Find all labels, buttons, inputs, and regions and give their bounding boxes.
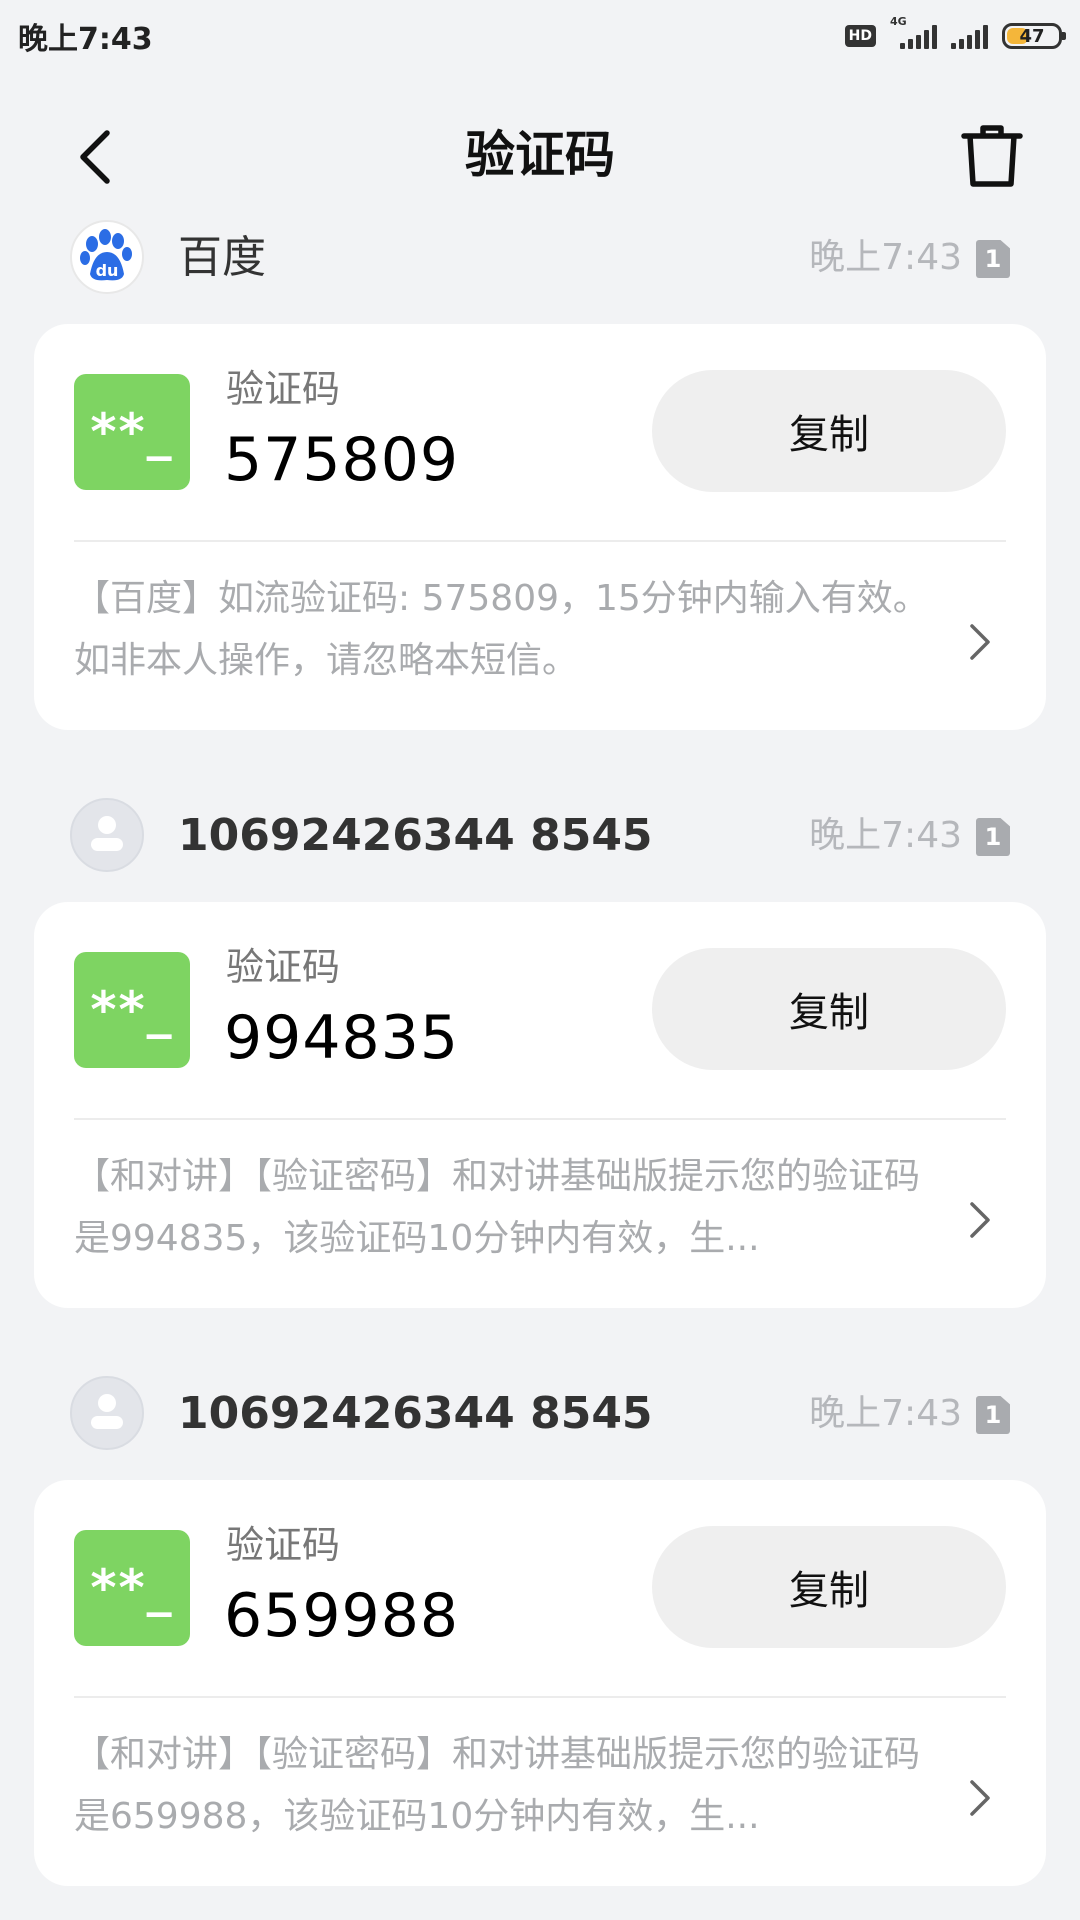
message-card: **_ 验证码 575809 复制 【百度】如流验证码: 575809，15分钟… (34, 324, 1046, 730)
sender-name: 百度 (178, 232, 266, 283)
trash-icon (961, 125, 1023, 187)
person-icon (91, 1394, 123, 1429)
message-time: 晚上7:43 (809, 815, 962, 856)
open-message-button[interactable] (960, 1192, 1000, 1248)
open-message-button[interactable] (960, 614, 1000, 670)
sim-card-icon: 1 (976, 1396, 1010, 1434)
message-card: **_ 验证码 659988 复制 【和对讲】【验证密码】和对讲基础版提示您的验… (34, 1480, 1046, 1886)
sim-card-icon: 1 (976, 240, 1010, 278)
divider (74, 1118, 1006, 1120)
code-icon: **_ (74, 1530, 190, 1646)
message-group: du 百度 晚上7:43 1 **_ 验证码 575809 复制 【百度】如流验… (0, 210, 1080, 730)
avatar (70, 1376, 144, 1450)
baidu-logo-icon: du (80, 229, 132, 281)
signal-4g-icon: 4G (890, 15, 937, 49)
message-group: 10692426344 8545 晚上7:43 1 **_ 验证码 994835… (0, 788, 1080, 1308)
copy-button[interactable]: 复制 (652, 1526, 1006, 1648)
message-group: 10692426344 8545 晚上7:43 1 **_ 验证码 659988… (0, 1366, 1080, 1886)
message-time: 晚上7:43 (809, 1393, 962, 1434)
svg-text:du: du (96, 261, 119, 280)
open-message-button[interactable] (960, 1770, 1000, 1826)
battery-icon: 47 (1002, 23, 1066, 49)
message-body[interactable]: 【和对讲】【验证密码】和对讲基础版提示您的验证码是994835，该验证码10分钟… (74, 1146, 934, 1270)
network-type-label: 4G (890, 15, 907, 28)
message-card: **_ 验证码 994835 复制 【和对讲】【验证密码】和对讲基础版提示您的验… (34, 902, 1046, 1308)
chevron-right-icon (970, 1780, 990, 1816)
chevron-right-icon (970, 1202, 990, 1238)
message-time: 晚上7:43 (809, 237, 962, 278)
copy-button[interactable]: 复制 (652, 370, 1006, 492)
code-label: 验证码 (226, 945, 341, 989)
divider (74, 1696, 1006, 1698)
sender-row: 10692426344 8545 晚上7:43 1 (0, 1366, 1080, 1462)
sim-card-icon: 1 (976, 818, 1010, 856)
code-label: 验证码 (226, 1523, 341, 1567)
sender-name: 10692426344 8545 (178, 810, 653, 861)
message-body[interactable]: 【和对讲】【验证密码】和对讲基础版提示您的验证码是659988，该验证码10分钟… (74, 1724, 934, 1848)
battery-level: 47 (1019, 25, 1045, 47)
page-title: 验证码 (465, 126, 615, 184)
code-icon: **_ (74, 952, 190, 1068)
sender-row: 10692426344 8545 晚上7:43 1 (0, 788, 1080, 884)
sender-name: 10692426344 8545 (178, 1388, 653, 1439)
person-icon (91, 816, 123, 851)
status-time: 晚上7:43 (18, 22, 153, 57)
status-bar: 晚上7:43 HD 4G 47 (0, 0, 1080, 72)
code-label: 验证码 (226, 367, 341, 411)
chevron-right-icon (970, 624, 990, 660)
sender-row: du 百度 晚上7:43 1 (0, 210, 1080, 306)
code-value: 994835 (224, 1003, 460, 1073)
code-value: 659988 (224, 1581, 460, 1651)
divider (74, 540, 1006, 542)
avatar (70, 798, 144, 872)
code-icon: **_ (74, 374, 190, 490)
status-icons: HD 4G 47 (844, 15, 1066, 49)
signal-icon (951, 23, 988, 49)
copy-button[interactable]: 复制 (652, 948, 1006, 1070)
header: 验证码 (0, 100, 1080, 210)
code-value: 575809 (224, 425, 460, 495)
delete-button[interactable] (954, 118, 1030, 194)
avatar: du (70, 220, 144, 294)
hd-icon: HD (844, 25, 876, 47)
message-body[interactable]: 【百度】如流验证码: 575809，15分钟内输入有效。如非本人操作，请忽略本短… (74, 568, 934, 692)
